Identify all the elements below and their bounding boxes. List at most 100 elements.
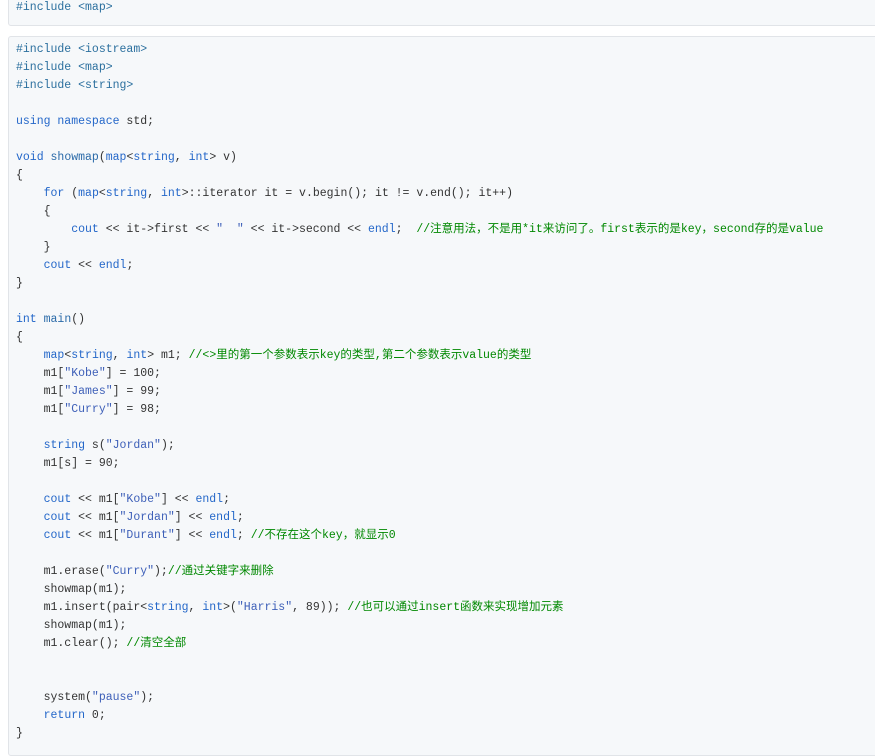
code-token: < — [98, 187, 106, 200]
code-token: map — [105, 151, 127, 164]
code-line: showmap(m1); — [16, 581, 823, 599]
code-line: map<string, int> m1; //<>里的第一个参数表示key的类型… — [16, 347, 823, 365]
code-token: "Curry" — [105, 565, 155, 578]
code-line: string s("Jordan"); — [16, 437, 823, 455]
code-token: int — [126, 349, 148, 362]
code-token: ] = 100; — [105, 367, 161, 380]
code-line: system("pause"); — [16, 689, 823, 707]
code-token: int — [16, 313, 37, 326]
code-token: "Curry" — [64, 403, 113, 416]
code-token: { — [16, 331, 23, 344]
code-line: cout << m1["Kobe"] << endl; — [16, 491, 823, 509]
code-token: endl — [209, 511, 237, 524]
code-token: { — [16, 205, 51, 218]
code-token: cout — [43, 511, 72, 524]
code-token: //不存在这个key，就显示0 — [250, 529, 396, 542]
code-token: << m1[ — [71, 529, 120, 542]
code-token: << — [71, 259, 99, 272]
code-token: //注意用法，不是用*it来访问了。first表示的是key，second存的是… — [416, 223, 824, 236]
code-token: m1.insert(pair< — [16, 601, 148, 614]
code-token: ] << — [174, 511, 210, 524]
code-token: return — [43, 709, 86, 722]
code-token: #include <iostream> — [16, 43, 148, 56]
code-token: } — [16, 727, 23, 740]
code-token: int — [188, 151, 210, 164]
snippet-code: #include <map> — [16, 0, 113, 17]
code-line: for (map<string, int>::iterator it = v.b… — [16, 185, 823, 203]
code-token: ; — [236, 511, 244, 524]
code-line: void showmap(map<string, int> v) — [16, 149, 823, 167]
code-line: #include <map> — [16, 59, 823, 77]
code-token: "Kobe" — [119, 493, 161, 506]
code-token: using namespace — [16, 115, 120, 128]
code-token: ] = 99; — [112, 385, 161, 398]
code-line: #include <iostream> — [16, 41, 823, 59]
code-token: m1.erase( — [16, 565, 106, 578]
code-line: m1.erase("Curry");//通过关键字来删除 — [16, 563, 823, 581]
code-token: , — [174, 151, 189, 164]
code-line: cout << it->first << " " << it->second <… — [16, 221, 823, 239]
code-line: m1["Curry"] = 98; — [16, 401, 823, 419]
code-token: "James" — [64, 385, 113, 398]
code-token: main — [43, 313, 72, 326]
code-token: "Jordan" — [105, 439, 161, 452]
code-token: , — [147, 187, 161, 200]
code-token: >::iterator it = v.begin(); it != v.end(… — [181, 187, 513, 200]
code-token: endl — [195, 493, 224, 506]
code-token: showmap — [50, 151, 99, 164]
code-line: m1["James"] = 99; — [16, 383, 823, 401]
code-token: #include <map> — [16, 1, 113, 14]
code-token: > v) — [209, 151, 237, 164]
code-token: ( — [98, 151, 106, 164]
code-token: showmap(m1); — [16, 583, 127, 596]
code-token: ] << — [174, 529, 210, 542]
code-token: m1[s] = 90; — [16, 457, 120, 470]
code-token: , 89)); — [292, 601, 348, 614]
code-token: for — [43, 187, 65, 200]
code-token: //通过关键字来删除 — [167, 565, 274, 578]
code-token: endl — [98, 259, 127, 272]
code-line: { — [16, 167, 823, 185]
code-token: , — [112, 349, 127, 362]
code-line: int main() — [16, 311, 823, 329]
code-token: << m1[ — [71, 493, 120, 506]
code-token: cout — [43, 259, 72, 272]
code-token: ; — [223, 493, 230, 506]
code-token: #include <string> — [16, 79, 134, 92]
code-token: , — [188, 601, 203, 614]
code-token: cout — [43, 529, 72, 542]
code-token: system( — [16, 691, 92, 704]
code-token: string — [147, 601, 189, 614]
code-line: } — [16, 725, 823, 743]
code-token: "Harris" — [236, 601, 293, 614]
code-token: << it->first << — [98, 223, 217, 236]
code-token: void — [16, 151, 44, 164]
code-token: { — [16, 169, 23, 182]
code-line: m1["Kobe"] = 100; — [16, 365, 823, 383]
program-code: #include <iostream> #include <map> #includ… — [16, 41, 823, 743]
code-token: ( — [64, 187, 79, 200]
code-token: //清空全部 — [126, 637, 187, 650]
code-line: #include <map> — [16, 0, 113, 17]
code-token: >( — [223, 601, 237, 614]
code-token: "Kobe" — [64, 367, 106, 380]
include-snippet-code-block: #include <map> — [8, 0, 875, 26]
code-token: ; — [236, 529, 251, 542]
code-line: cout << endl; — [16, 257, 823, 275]
code-token: } — [16, 277, 23, 290]
code-token: showmap(m1); — [16, 619, 127, 632]
code-line: m1.insert(pair<string, int>("Harris", 89… — [16, 599, 823, 617]
code-token: m1.clear(); — [16, 637, 127, 650]
